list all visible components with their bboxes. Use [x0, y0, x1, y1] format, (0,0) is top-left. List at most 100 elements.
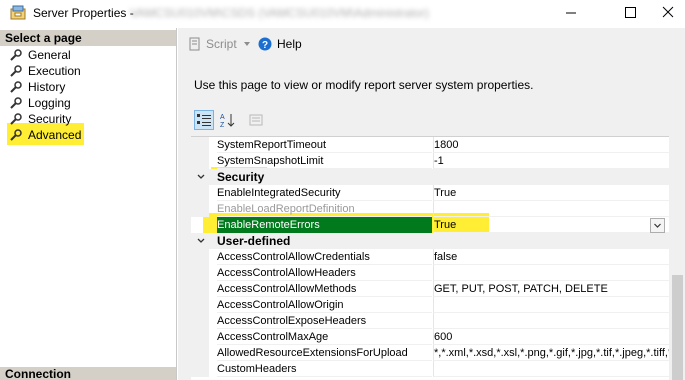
- property-name: AccessControlAllowCredentials: [217, 249, 432, 265]
- property-value[interactable]: [433, 297, 669, 313]
- category-user-defined[interactable]: User-defined: [191, 233, 669, 249]
- wrench-icon: [10, 129, 22, 141]
- page-selector-pane: Select a page General Execution History …: [0, 28, 177, 380]
- scrollbar-thumb[interactable]: [672, 275, 683, 380]
- script-icon: [189, 37, 200, 51]
- property-pages-icon: [249, 114, 263, 126]
- property-row[interactable]: CustomHeaders: [191, 361, 669, 377]
- svg-text:?: ?: [262, 40, 268, 51]
- nav-item-label: Execution: [28, 64, 81, 78]
- property-value[interactable]: [433, 313, 669, 329]
- property-name: AccessControlAllowOrigin: [217, 297, 432, 313]
- row-gutter: [191, 361, 209, 377]
- property-row[interactable]: SystemReportTimeout 1800: [191, 137, 669, 153]
- help-button[interactable]: ? Help: [258, 37, 302, 51]
- category-name: Security: [217, 170, 265, 184]
- row-gutter: [191, 265, 209, 281]
- property-name: AccessControlAllowHeaders: [217, 265, 432, 281]
- row-gutter: [191, 249, 209, 265]
- property-row[interactable]: SystemSnapshotLimit -1: [191, 153, 669, 169]
- sort-az-icon: A Z: [220, 114, 235, 128]
- wrench-icon: [10, 49, 22, 61]
- property-value[interactable]: [433, 265, 669, 281]
- property-value[interactable]: *,*.xml,*.xsd,*.xsl,*.png,*.gif,*.jpg,*.…: [433, 345, 669, 361]
- nav-item-security[interactable]: Security: [10, 111, 71, 127]
- alphabetical-button[interactable]: A Z: [218, 110, 238, 130]
- category-security[interactable]: Security: [191, 169, 669, 185]
- chevron-down-icon[interactable]: [196, 236, 206, 246]
- chevron-down-icon: [654, 223, 661, 228]
- property-value[interactable]: True: [433, 185, 669, 201]
- property-name: SystemSnapshotLimit: [217, 153, 432, 169]
- svg-text:A: A: [220, 114, 225, 121]
- nav-item-label: Advanced: [28, 128, 82, 142]
- property-row[interactable]: AccessControlAllowCredentials false: [191, 249, 669, 265]
- minimize-icon: [566, 12, 576, 14]
- property-row[interactable]: AccessControlExposeHeaders: [191, 313, 669, 329]
- row-gutter: [191, 297, 209, 313]
- property-pages-button[interactable]: [246, 110, 266, 130]
- chevron-down-icon[interactable]: [196, 172, 206, 182]
- property-value[interactable]: [433, 361, 669, 377]
- nav-item-logging[interactable]: Logging: [10, 95, 71, 111]
- select-page-header: Select a page: [0, 30, 176, 46]
- property-value[interactable]: 1800: [433, 137, 669, 153]
- property-row[interactable]: AccessControlAllowMethods GET, PUT, POST…: [191, 281, 669, 297]
- close-icon: [662, 6, 674, 18]
- window-title-obscured: VAMCSU010VM\CSDS (VAMCSU010VM\Administra…: [130, 6, 429, 20]
- wrench-icon: [10, 65, 22, 77]
- row-gutter: [191, 137, 209, 153]
- property-name: AccessControlMaxAge: [217, 329, 432, 345]
- property-value[interactable]: -1: [433, 153, 669, 169]
- row-gutter: [191, 185, 209, 201]
- property-row[interactable]: AllowedResourceExtensionsForUpload *,*.x…: [191, 345, 669, 361]
- nav-item-label: General: [28, 48, 71, 62]
- row-gutter: [191, 201, 209, 217]
- svg-text:Z: Z: [220, 122, 225, 128]
- wrench-icon: [10, 97, 22, 109]
- nav-item-history[interactable]: History: [10, 79, 65, 95]
- value-dropdown-button[interactable]: [650, 218, 665, 233]
- nav-item-advanced[interactable]: Advanced: [10, 127, 81, 143]
- property-value-select[interactable]: True: [433, 217, 669, 233]
- script-button[interactable]: Script: [188, 37, 252, 51]
- minimize-button[interactable]: [548, 0, 594, 26]
- help-icon: ?: [258, 37, 272, 51]
- row-gutter: [191, 345, 209, 361]
- property-grid: SystemReportTimeout 1800 SystemSnapshotL…: [191, 136, 669, 380]
- title-bar: Server Properties - VAMCSU010VM\CSDS (VA…: [0, 0, 685, 26]
- property-row-selected[interactable]: EnableRemoteErrors True: [191, 217, 669, 233]
- property-name: AccessControlAllowMethods: [217, 281, 432, 297]
- nav-item-label: History: [28, 80, 66, 94]
- script-label: Script: [206, 37, 237, 51]
- property-grid-toolbar: A Z: [194, 110, 270, 130]
- property-value[interactable]: 600: [433, 329, 669, 345]
- categorized-icon: [197, 114, 211, 126]
- nav-item-general[interactable]: General: [10, 47, 71, 63]
- property-row[interactable]: AccessControlAllowHeaders: [191, 265, 669, 281]
- categorized-button[interactable]: [194, 110, 214, 130]
- property-name: EnableIntegratedSecurity: [217, 185, 432, 201]
- close-button[interactable]: [640, 0, 685, 26]
- category-name: User-defined: [217, 234, 291, 248]
- row-gutter: [191, 329, 209, 345]
- property-row[interactable]: EnableIntegratedSecurity True: [191, 185, 669, 201]
- property-name: EnableRemoteErrors: [217, 217, 432, 233]
- row-gutter: [191, 281, 209, 297]
- property-value[interactable]: GET, PUT, POST, PATCH, DELETE: [433, 281, 669, 297]
- nav-item-label: Logging: [28, 96, 71, 110]
- wrench-icon: [10, 81, 22, 93]
- property-value[interactable]: false: [433, 249, 669, 265]
- chevron-down-icon: [243, 42, 250, 46]
- property-row[interactable]: AccessControlMaxAge 600: [191, 329, 669, 345]
- nav-item-execution[interactable]: Execution: [10, 63, 81, 79]
- property-name: AllowedResourceExtensionsForUpload: [217, 345, 432, 361]
- help-label: Help: [277, 37, 302, 51]
- property-row[interactable]: AccessControlAllowOrigin: [191, 297, 669, 313]
- row-gutter: [191, 313, 209, 329]
- window-title: Server Properties -: [33, 6, 134, 20]
- property-name: SystemReportTimeout: [217, 137, 432, 153]
- property-name: EnableLoadReportDefinition: [217, 201, 432, 217]
- property-value: [433, 201, 669, 217]
- property-name: AccessControlExposeHeaders: [217, 313, 432, 329]
